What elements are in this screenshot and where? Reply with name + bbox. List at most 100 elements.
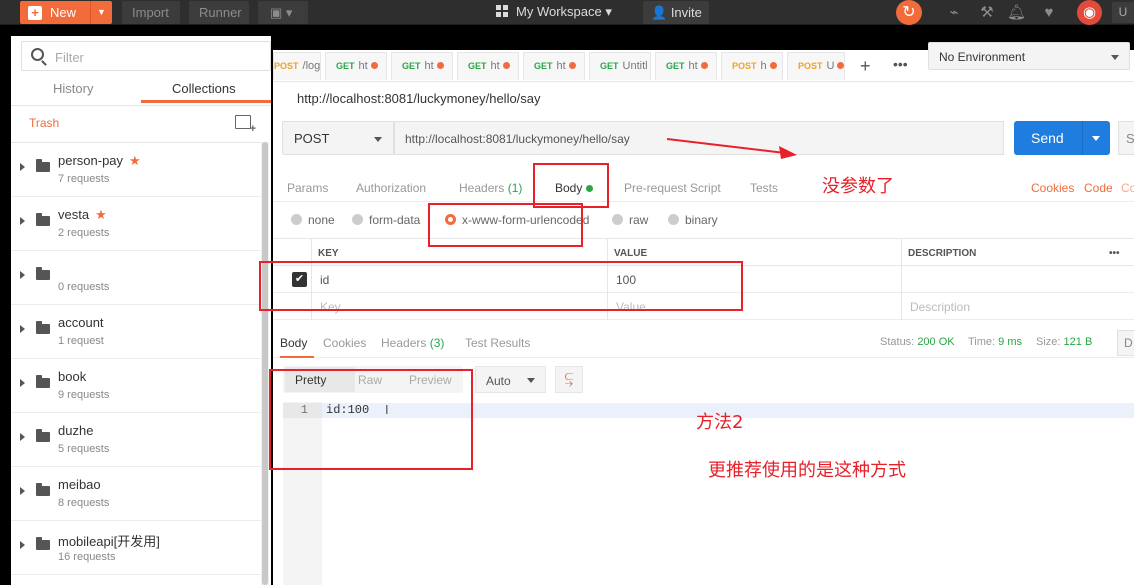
new-label: New: [50, 5, 77, 20]
collection-item[interactable]: book 9 requests: [11, 359, 261, 413]
code-link[interactable]: Code: [1084, 181, 1113, 195]
request-tab[interactable]: POST h: [721, 52, 783, 80]
tab-pre-request-script[interactable]: Pre-request Script: [624, 181, 721, 195]
environment-select[interactable]: No Environment: [928, 42, 1130, 70]
radio-raw[interactable]: raw: [612, 213, 648, 227]
radio-binary[interactable]: binary: [668, 213, 718, 227]
collection-name: mobileapi[开发用]: [58, 534, 160, 549]
folder-icon: [36, 537, 50, 550]
method-badge: POST: [798, 61, 823, 71]
request-tab[interactable]: POST/logi: [273, 52, 321, 80]
tab-authorization[interactable]: Authorization: [356, 181, 426, 195]
unsaved-dot-icon: [700, 62, 708, 69]
filter-input[interactable]: Filter: [21, 41, 271, 71]
comments-link[interactable]: Co: [1121, 181, 1134, 195]
caret-right-icon[interactable]: [20, 271, 25, 279]
caret-right-icon[interactable]: [20, 433, 25, 441]
collection-item[interactable]: account 1 request: [11, 305, 261, 359]
method-label: POST: [294, 131, 330, 146]
wrench-icon[interactable]: ⚒: [978, 4, 996, 22]
caret-right-icon[interactable]: [20, 325, 25, 333]
collection-item[interactable]: vesta ★ 2 requests: [11, 197, 261, 251]
status-value: 200 OK: [917, 336, 955, 348]
collection-item[interactable]: duzhe 5 requests: [11, 413, 261, 467]
request-tab[interactable]: GET ht: [655, 52, 717, 80]
chevron-down-icon[interactable]: ▼: [90, 1, 112, 24]
annotation-box-urlencoded: [428, 203, 583, 247]
sync-icon[interactable]: ↻: [896, 0, 922, 25]
tab-response-cookies[interactable]: Cookies: [323, 336, 366, 350]
import-button[interactable]: Import: [122, 1, 180, 24]
send-button[interactable]: Send: [1014, 121, 1110, 155]
tab-response-body[interactable]: Body: [280, 336, 307, 350]
new-button[interactable]: + New ▼: [20, 1, 112, 24]
new-collection-icon[interactable]: [235, 115, 256, 135]
more-tabs-icon[interactable]: •••: [893, 56, 908, 72]
caret-right-icon[interactable]: [20, 163, 25, 171]
collection-item[interactable]: person-pay ★ 7 requests: [11, 143, 261, 197]
request-tab[interactable]: GET ht: [523, 52, 585, 80]
collection-name: account: [58, 315, 104, 330]
sidebar-scrollbar[interactable]: [261, 142, 269, 585]
tab-response-headers[interactable]: Headers (3): [381, 336, 444, 350]
runner-button[interactable]: Runner: [189, 1, 249, 24]
caret-right-icon[interactable]: [20, 541, 25, 549]
caret-right-icon[interactable]: [20, 487, 25, 495]
tab-test-results[interactable]: Test Results: [465, 336, 530, 350]
collection-item[interactable]: 0 requests: [11, 251, 261, 305]
scrollbar-thumb[interactable]: [262, 142, 268, 585]
save-button[interactable]: S: [1118, 121, 1134, 155]
satellite-icon[interactable]: ⌁: [945, 4, 963, 22]
tab-name: h: [760, 60, 767, 72]
collection-count: 5 requests: [58, 443, 110, 455]
collection-item[interactable]: mobileapi[开发用] 16 requests: [11, 521, 261, 575]
plus-icon: +: [28, 6, 42, 20]
annotation-no-params: 没参数了: [822, 176, 894, 197]
download-button[interactable]: D: [1117, 330, 1134, 356]
wrap-lines-icon[interactable]: ⥹: [555, 366, 583, 393]
tab-label: Headers: [381, 336, 427, 350]
request-tab[interactable]: GET ht: [391, 52, 453, 80]
cookies-link[interactable]: Cookies: [1031, 181, 1074, 195]
radio-none[interactable]: none: [291, 213, 335, 227]
request-tab[interactable]: GET Untitl: [589, 52, 651, 80]
request-tab[interactable]: GET ht: [325, 52, 387, 80]
more-icon[interactable]: •••: [1109, 248, 1120, 259]
tab-history[interactable]: History: [53, 81, 93, 96]
method-select[interactable]: POST: [282, 121, 394, 155]
column-value: VALUE: [614, 248, 648, 259]
caret-right-icon[interactable]: [20, 217, 25, 225]
request-tab[interactable]: POST U: [787, 52, 845, 80]
request-tab[interactable]: GET ht: [457, 52, 519, 80]
description-placeholder[interactable]: Description: [910, 300, 970, 314]
radio-form-data[interactable]: form-data: [352, 213, 420, 227]
trash-link[interactable]: Trash: [29, 116, 59, 130]
invite-button[interactable]: 👤 Invite: [643, 1, 709, 24]
format-select[interactable]: Auto: [475, 366, 546, 393]
heart-icon[interactable]: ♥: [1040, 4, 1058, 22]
chevron-down-icon: [374, 137, 382, 142]
collection-name: duzhe: [58, 423, 94, 438]
tab-tests[interactable]: Tests: [750, 181, 778, 195]
avatar[interactable]: ◉: [1077, 0, 1102, 25]
time-value: 9 ms: [998, 336, 1022, 348]
request-tabs: Params Authorization Headers (1) Body Pr…: [273, 172, 1134, 202]
tab-collections[interactable]: Collections: [172, 81, 236, 96]
chevron-down-icon[interactable]: [1092, 136, 1100, 141]
collection-item[interactable]: meibao 8 requests: [11, 467, 261, 521]
tab-params[interactable]: Params: [287, 181, 328, 195]
user-menu[interactable]: U: [1112, 2, 1134, 23]
radio-label: binary: [685, 213, 718, 227]
radio-icon: [291, 214, 302, 225]
column-divider: [901, 238, 902, 320]
bell-icon[interactable]: 🔔︎: [1007, 4, 1026, 22]
caret-right-icon[interactable]: [20, 379, 25, 387]
tab-headers[interactable]: Headers (1): [459, 181, 522, 195]
annotation-method2: 方法2: [696, 412, 744, 433]
star-icon: ★: [95, 207, 107, 222]
workspace-selector[interactable]: My Workspace ▾: [496, 4, 612, 20]
tab-headers-label: Headers: [459, 181, 505, 195]
collection-count: 16 requests: [58, 551, 116, 563]
add-tab-icon[interactable]: +: [860, 56, 871, 77]
open-new-button[interactable]: ▣ ▾: [258, 1, 308, 24]
